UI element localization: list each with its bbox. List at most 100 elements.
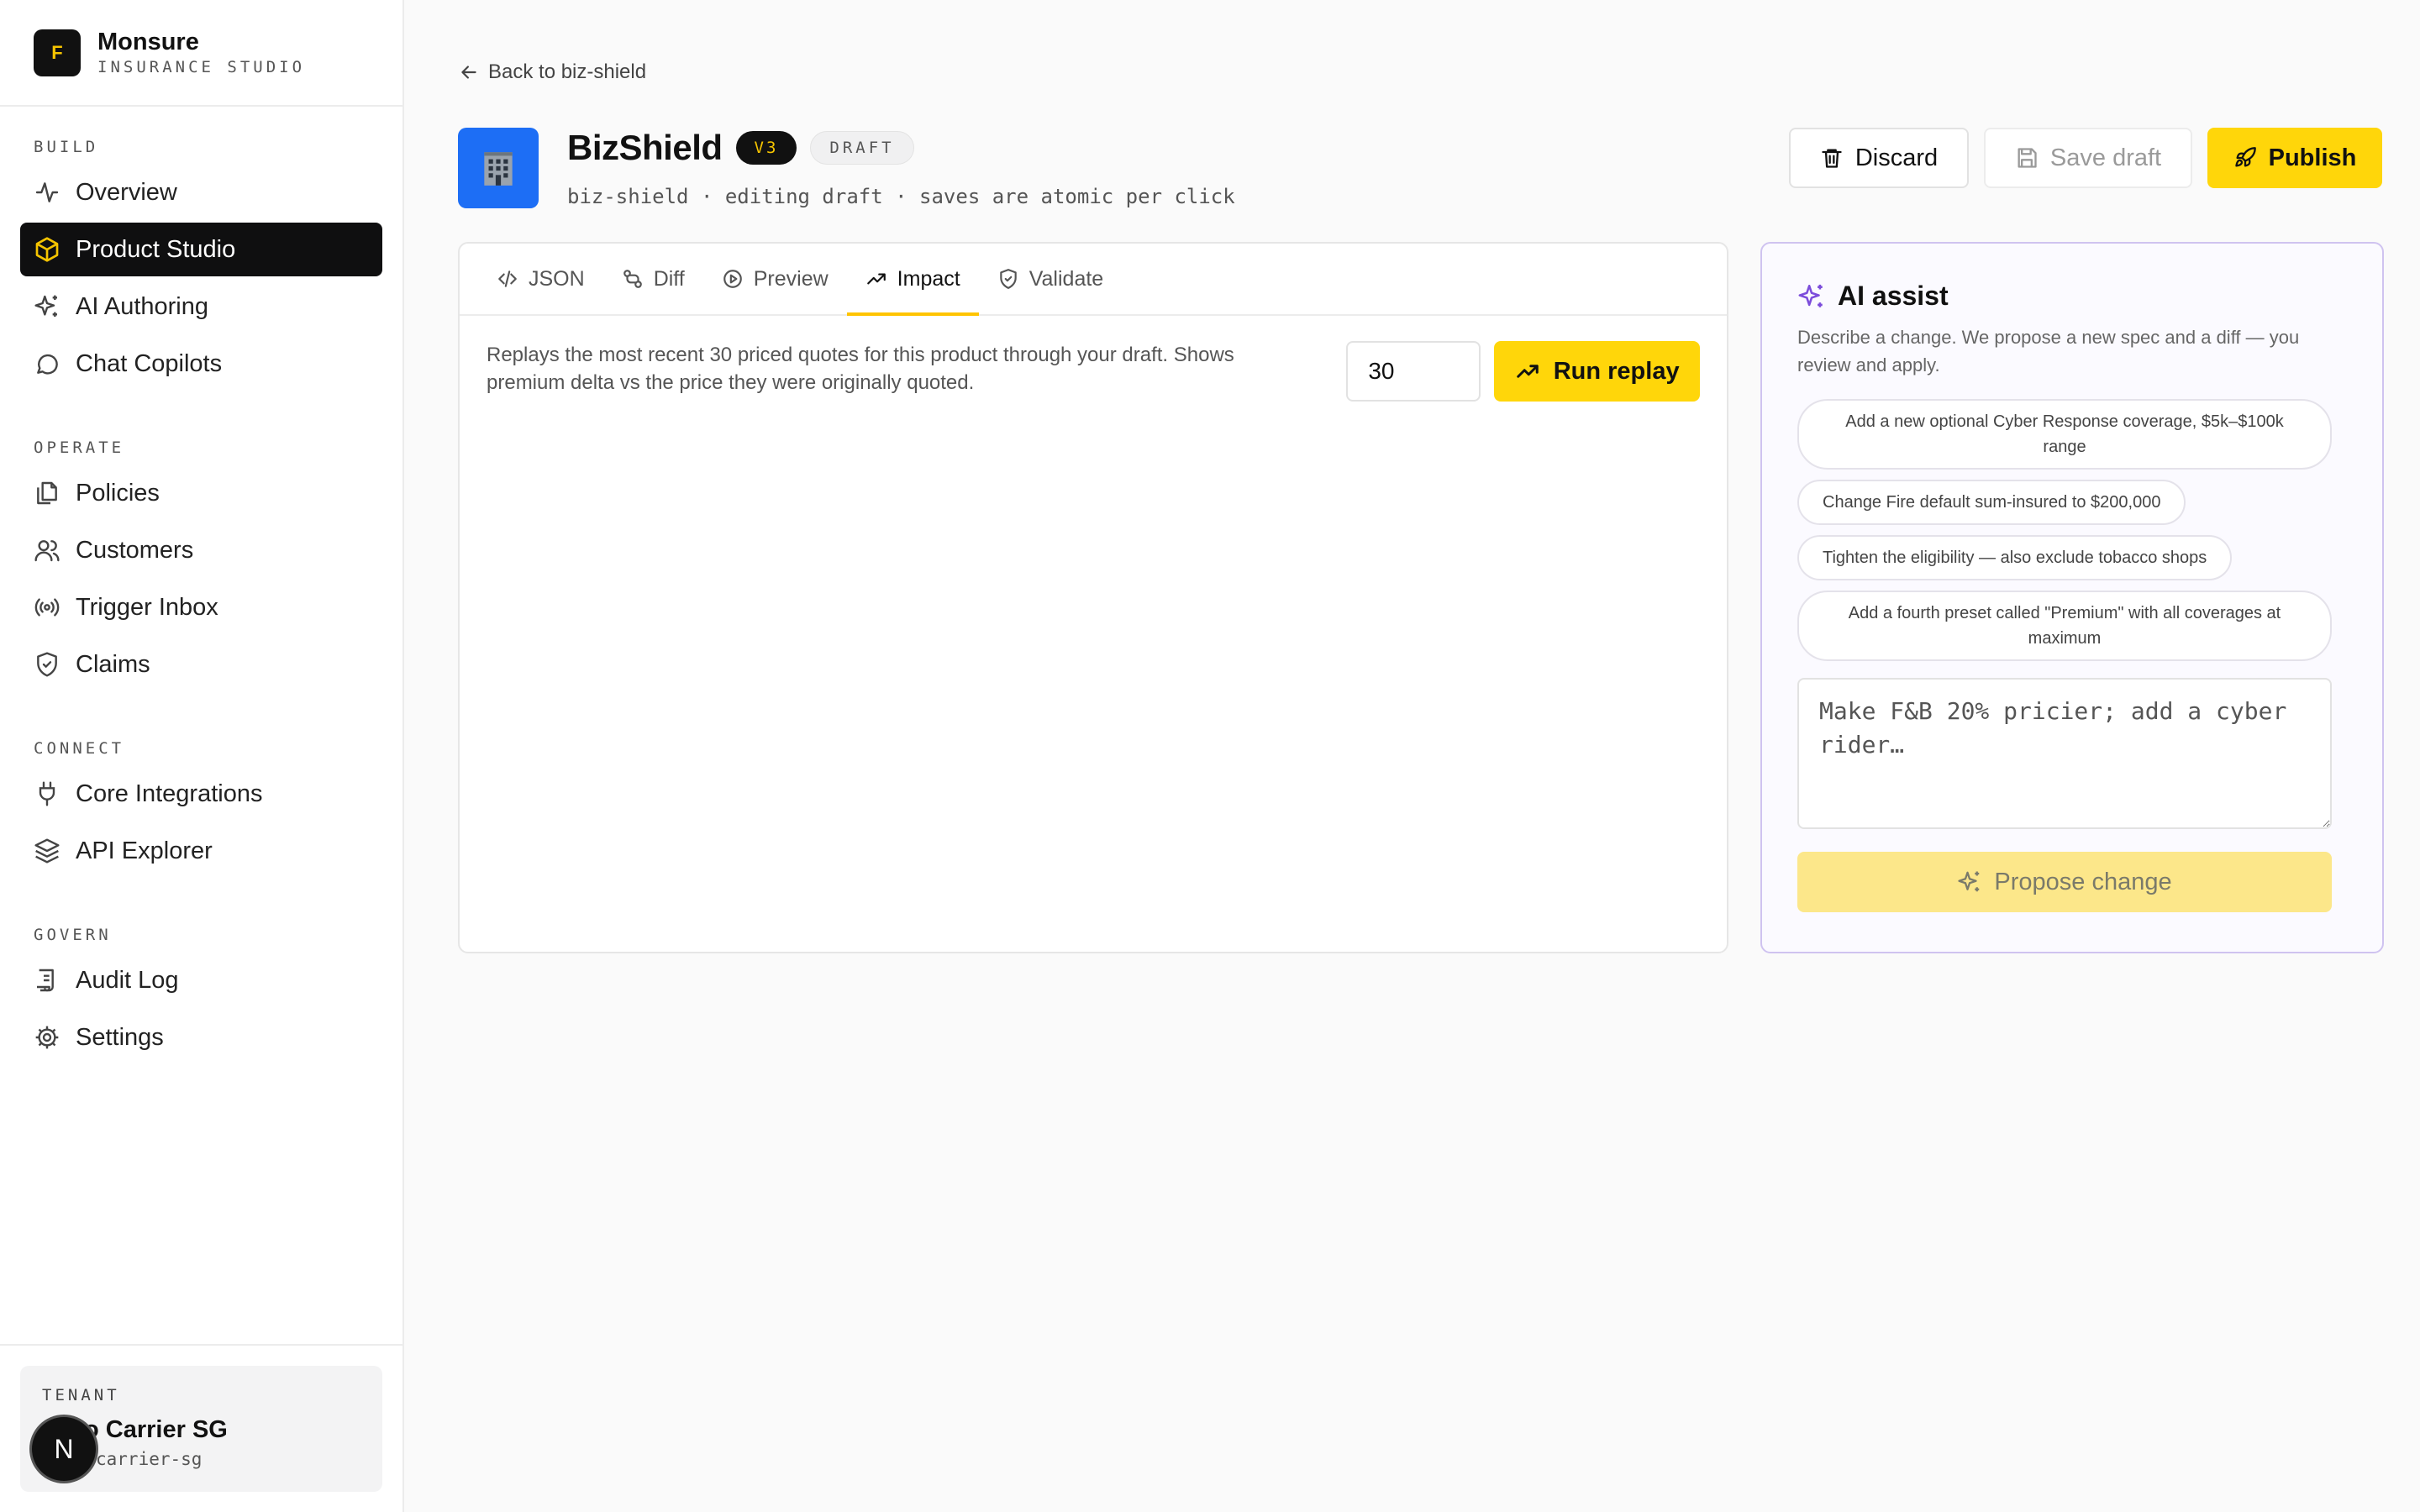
nav-heading: OPERATE: [34, 438, 125, 457]
avatar[interactable]: N: [32, 1417, 96, 1481]
ai-assist-header: AI assist: [1797, 281, 2347, 312]
cube-icon: [34, 236, 60, 263]
shield-check-icon: [999, 269, 1017, 289]
sidebar-item-label: Chat Copilots: [76, 349, 223, 377]
tenant-label: TENANT: [42, 1386, 120, 1404]
propose-change-button[interactable]: Propose change: [1797, 852, 2332, 912]
trending-up-icon: [1516, 365, 1539, 378]
publish-button[interactable]: Publish: [2207, 128, 2382, 188]
suggestion-chip[interactable]: Change Fire default sum-insured to $200,…: [1797, 480, 2186, 525]
page-title: BizShield: [567, 128, 723, 167]
sidebar-item-api-explorer[interactable]: API Explorer: [20, 824, 382, 878]
sidebar-item-label: AI Authoring: [76, 292, 208, 320]
sidebar-item-label: Policies: [76, 479, 160, 507]
sidebar-item-core-integrations[interactable]: Core Integrations: [20, 767, 382, 821]
sidebar-item-customers[interactable]: Customers: [20, 523, 382, 577]
shield-check-icon: [34, 651, 60, 678]
files-icon: [34, 480, 60, 507]
propose-change-label: Propose change: [1994, 868, 2172, 895]
radio-signal-icon: [34, 594, 60, 621]
nav-section-govern: GOVERN Audit Log Settings: [0, 920, 402, 1064]
tab-json[interactable]: JSON: [478, 244, 603, 314]
sparkles-icon: [1798, 284, 1823, 307]
product-header: BizShield V3 DRAFT biz-shield · editing …: [458, 128, 1235, 208]
sidebar-item-label: Overview: [76, 178, 177, 206]
tab-validate[interactable]: Validate: [979, 244, 1123, 314]
nav-section-connect: CONNECT Core Integrations API Explorer: [0, 733, 402, 878]
header-actions: Discard Save draft Publish: [1774, 128, 2382, 188]
nav-heading: BUILD: [34, 138, 99, 156]
tab-label: Validate: [1028, 266, 1104, 291]
git-compare-icon: [623, 270, 642, 288]
suggestion-chips: Add a new optional Cyber Response covera…: [1797, 399, 2347, 671]
users-icon: [34, 537, 60, 564]
nav-section-build: BUILD Overview Product Studio AI Authori…: [0, 132, 402, 391]
activity-icon: [34, 179, 60, 206]
product-meta: biz-shield · editing draft · saves are a…: [567, 185, 1235, 208]
sidebar-item-label: Product Studio: [76, 235, 236, 263]
sidebar-item-label: Customers: [76, 536, 194, 564]
status-badge: DRAFT: [810, 131, 914, 165]
brand-subtitle: INSURANCE STUDIO: [97, 57, 306, 76]
save-icon: [2018, 148, 2037, 168]
sidebar-item-label: Trigger Inbox: [76, 593, 218, 621]
tab-preview[interactable]: Preview: [703, 244, 847, 314]
editor-tabs: JSON Diff Preview Impact Validate: [460, 244, 1727, 316]
back-link[interactable]: Back to biz-shield: [458, 57, 646, 87]
tab-label: Impact: [897, 266, 960, 291]
save-draft-button[interactable]: Save draft: [1984, 128, 2192, 188]
save-draft-label: Save draft: [2049, 144, 2162, 171]
sidebar-item-product-studio[interactable]: Product Studio: [20, 223, 382, 276]
sidebar-item-label: Settings: [76, 1023, 164, 1051]
brand-name: Monsure: [97, 28, 199, 55]
trash-icon: [1822, 149, 1842, 168]
code-icon: [498, 270, 517, 287]
sidebar-item-settings[interactable]: Settings: [20, 1011, 382, 1064]
suggestion-chip[interactable]: Add a fourth preset called "Premium" wit…: [1797, 591, 2332, 661]
building-icon: [458, 128, 539, 208]
change-request-input[interactable]: [1797, 678, 2332, 829]
layers-icon: [34, 837, 60, 864]
tab-impact[interactable]: Impact: [846, 244, 979, 316]
editor-panel: JSON Diff Preview Impact Validate Replay…: [458, 242, 1728, 953]
sidebar: F Monsure INSURANCE STUDIO BUILD Overvie…: [0, 0, 404, 1512]
tab-diff[interactable]: Diff: [603, 244, 703, 314]
sidebar-item-label: Core Integrations: [76, 780, 263, 807]
arrow-left-icon: [461, 66, 476, 79]
suggestion-chip[interactable]: Add a new optional Cyber Response covera…: [1797, 399, 2332, 470]
sidebar-item-audit-log[interactable]: Audit Log: [20, 953, 382, 1007]
discard-button[interactable]: Discard: [1789, 128, 1969, 188]
publish-label: Publish: [2268, 144, 2357, 171]
suggestion-chip[interactable]: Tighten the eligibility — also exclude t…: [1797, 535, 2233, 580]
ai-assist-title: AI assist: [1838, 281, 1949, 311]
brand[interactable]: F Monsure INSURANCE STUDIO: [0, 0, 402, 107]
run-replay-label: Run replay: [1553, 357, 1680, 385]
rocket-icon: [2234, 147, 2256, 167]
tab-label: Diff: [653, 266, 685, 291]
play-circle-icon: [723, 270, 742, 288]
sparkles-icon: [34, 293, 60, 320]
main-content: Back to biz-shield BizShield V3 DRAFT bi…: [458, 0, 2384, 1512]
sidebar-item-chat-copilots[interactable]: Chat Copilots: [20, 337, 382, 391]
sidebar-item-claims[interactable]: Claims: [20, 638, 382, 691]
run-replay-button[interactable]: Run replay: [1494, 341, 1700, 402]
quote-count-input[interactable]: [1346, 341, 1481, 402]
ai-assist-description: Describe a change. We propose a new spec…: [1797, 327, 2300, 375]
gear-icon: [34, 1024, 60, 1051]
sidebar-item-label: API Explorer: [76, 837, 213, 864]
tab-label: Preview: [753, 266, 829, 291]
sidebar-item-ai-authoring[interactable]: AI Authoring: [20, 280, 382, 333]
version-badge: V3: [735, 131, 797, 165]
sidebar-item-label: Audit Log: [76, 966, 179, 994]
nav-heading: CONNECT: [34, 739, 125, 758]
impact-controls: Replays the most recent 30 priced quotes…: [460, 316, 1727, 402]
impact-description: Replays the most recent 30 priced quotes…: [487, 344, 1234, 394]
tab-label: JSON: [529, 266, 585, 291]
back-link-label: Back to biz-shield: [488, 60, 647, 83]
brand-logo: F: [34, 29, 81, 76]
scroll-icon: [34, 967, 60, 994]
sidebar-item-policies[interactable]: Policies: [20, 466, 382, 520]
ai-assist-panel: AI assist Describe a change. We propose …: [1760, 242, 2384, 953]
sidebar-item-overview[interactable]: Overview: [20, 165, 382, 219]
sidebar-item-trigger-inbox[interactable]: Trigger Inbox: [20, 580, 382, 634]
